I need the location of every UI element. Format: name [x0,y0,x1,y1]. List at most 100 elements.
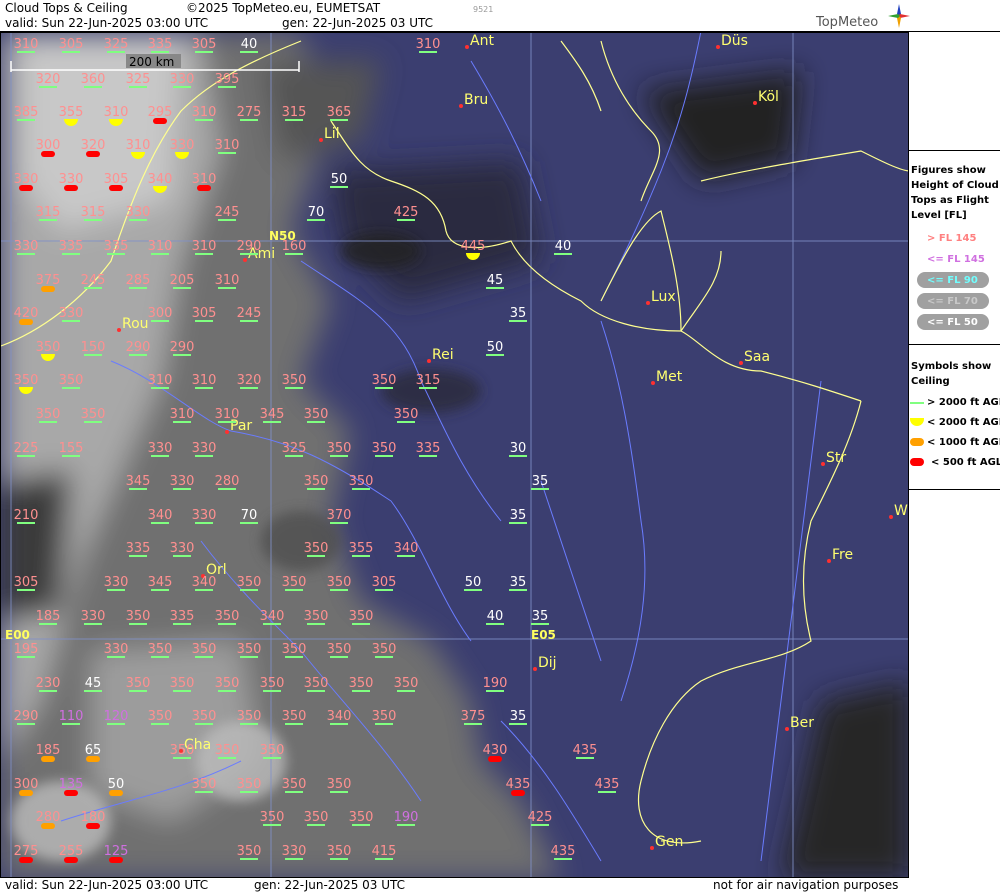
map-canvas: 200 km N50E00 E05 Ant DüsBru KölLilAmiLuxRo… [1,33,908,877]
ceiling-line-symbol [352,690,370,692]
cloud-top-observation: 155 [59,441,83,457]
cloud-top-observation: 65 [85,743,101,762]
cloud-top-value: 350 [304,609,329,624]
cloud-top-value: 50 [487,340,504,355]
ceiling-line-symbol [129,287,147,289]
cloud-top-value: 290 [170,340,195,355]
cloud-top-observation: 350 [372,642,396,658]
cloud-top-value: 350 [237,575,262,590]
cloud-top-observation: 375 [461,709,485,725]
ceiling-line-symbol [17,253,35,255]
ceiling-line-symbol [240,320,258,322]
ceiling-line-symbol [375,387,393,389]
cloud-top-value: 420 [14,306,39,321]
cloud-top-observation: 45 [486,273,504,289]
ceiling-line-symbol [84,354,102,356]
city-label: W [894,503,908,519]
cloud-top-value: 300 [14,777,39,792]
ceiling-line-symbol [307,690,325,692]
legend-ceiling-item: < 500 ft AGL [931,457,1000,468]
cloud-top-observation: 350 [126,609,150,625]
cloud-top-observation: 245 [215,205,239,221]
cloud-top-value: 350 [59,373,84,388]
cloud-top-value: 375 [36,273,61,288]
cloud-top-observation: 70 [240,508,258,524]
city-dot [646,301,650,305]
cloud-top-observation: 365 [327,105,351,121]
cloud-top-observation: 310 [148,239,172,255]
ceiling-line-symbol [151,723,169,725]
cloud-top-value: 330 [59,172,84,187]
cloud-top-value: 310 [14,37,39,52]
cloud-top-observation: 285 [126,273,150,289]
cloud-top-observation: 310 [192,373,216,389]
city-label: Dij [538,655,557,671]
footer-valid-time: valid: Sun 22-Jun-2025 03:00 UTC [5,878,209,892]
ceiling-line-symbol [285,387,303,389]
cloud-top-value: 350 [192,777,217,792]
cloud-top-value: 335 [416,441,441,456]
ceiling-line-symbol [240,522,258,524]
ceiling-line-symbol [464,723,482,725]
cloud-top-observation: 350 [260,810,284,826]
cloud-top-value: 350 [304,474,329,489]
ceiling-line-symbol [330,791,348,793]
cloud-top-value: 350 [148,642,173,657]
city-label: Ber [790,715,814,731]
cloud-top-value: 430 [483,743,508,758]
cloud-top-observation: 190 [483,676,507,692]
ceiling-line-symbol [486,287,504,289]
ceiling-line-symbol [375,589,393,591]
city-label: Ant [470,33,494,49]
ceiling-line-symbol [173,555,191,557]
legend-tops-item: <= FL 145 [927,254,985,265]
cloud-top-value: 210 [14,508,39,523]
cloud-top-value: 315 [282,105,307,120]
ceiling-line-symbol [62,51,80,53]
cloud-top-observation: 385 [14,105,38,121]
cloud-top-observation: 40 [554,239,572,255]
city-dot [889,515,893,519]
cloud-top-value: 30 [510,441,527,456]
ceiling-line-symbol [554,858,572,860]
legend-tops-item: <= FL 90 [927,275,978,286]
city-dot [716,45,720,49]
ceiling-line-symbol [240,723,258,725]
cloud-top-value: 305 [14,575,39,590]
cloud-top-value: 325 [126,72,151,87]
cloud-top-value: 355 [349,541,374,556]
ceiling-pill-symbol [86,151,100,157]
ceiling-line-symbol [84,86,102,88]
ceiling-line-symbol [151,320,169,322]
footer: valid: Sun 22-Jun-2025 03:00 UTC gen: 22… [0,878,1000,893]
ceiling-line-symbol [84,623,102,625]
legend-text: Height of Cloud [911,180,999,191]
cloud-top-value: 340 [327,709,352,724]
ceiling-line-symbol [129,623,147,625]
cloud-top-value: 305 [104,172,129,187]
cloud-top-observation: 335 [126,541,150,557]
city-label: Fre [832,547,853,563]
cloud-top-observation: 310 [192,105,216,121]
ceiling-line-symbol [195,791,213,793]
ceiling-pill-symbol [64,857,78,863]
ceiling-line-symbol [17,522,35,524]
ceiling-line-symbol [263,421,281,423]
cloud-top-value: 330 [282,844,307,859]
ceiling-pill-symbol [41,286,55,292]
cloud-top-value: 320 [237,373,262,388]
cloud-top-value: 340 [260,609,285,624]
cloud-top-observation: 415 [372,844,396,860]
ceiling-line-symbol [195,320,213,322]
ceiling-line-symbol [352,555,370,557]
cloud-top-value: 425 [528,810,553,825]
cloud-top-value: 40 [241,37,258,52]
cloud-top-value: 350 [215,609,240,624]
cloud-top-value: 300 [148,306,173,321]
satellite-map[interactable]: 200 km N50 E00 E05 Ant Düs Bru Köl Lil Ami Lux Ro… [0,32,909,878]
cloud-top-observation: 340 [192,575,216,591]
cloud-top-observation: 50 [464,575,482,591]
ceiling-line-symbol [330,589,348,591]
cloud-top-observation: 305 [372,575,396,591]
ceiling-line-symbol [195,387,213,389]
